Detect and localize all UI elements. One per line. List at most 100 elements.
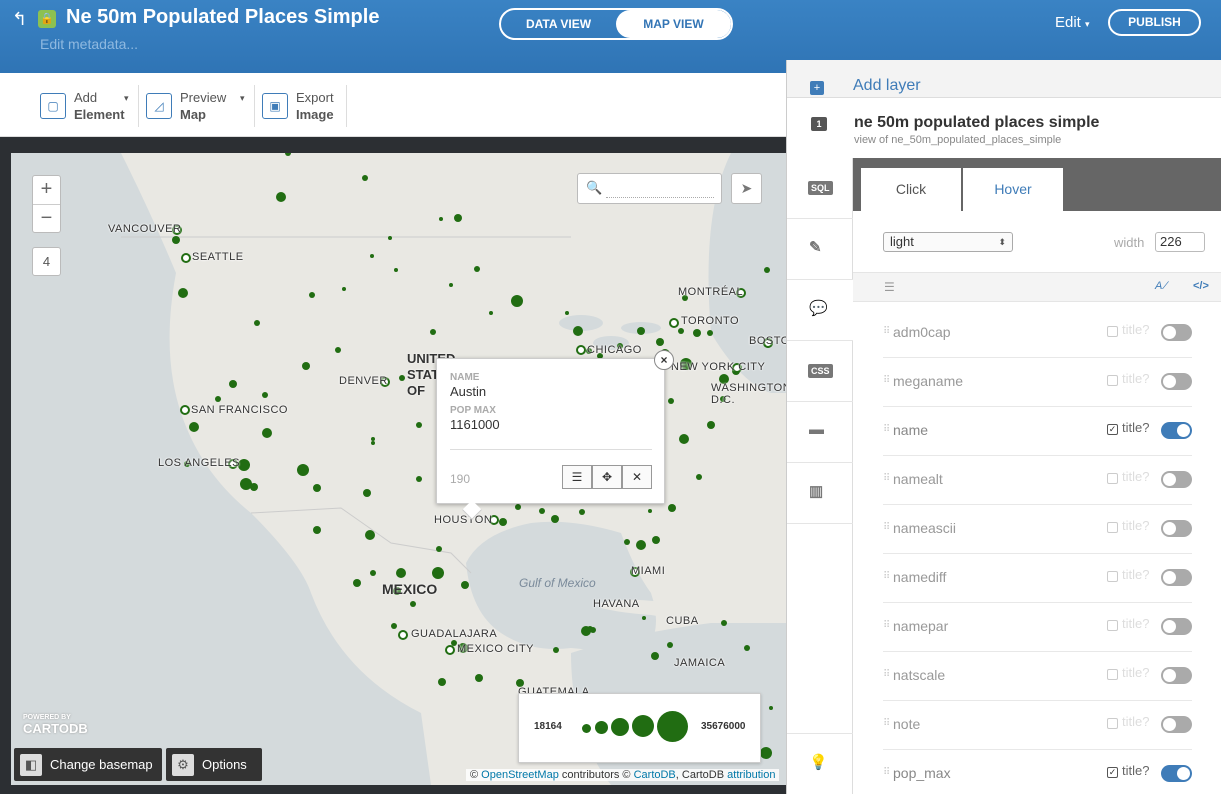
population-point[interactable]: [313, 484, 321, 492]
drag-handle-icon[interactable]: ⠿: [883, 424, 890, 435]
capital-marker[interactable]: [180, 405, 190, 415]
population-point[interactable]: [637, 327, 645, 335]
tab-filters[interactable]: ▥: [787, 463, 853, 524]
map-canvas[interactable]: + − 4 🔍 ➤ VANCOUVER SEATTLE MONTRÉAL TOR…: [11, 153, 786, 785]
population-point[interactable]: [276, 192, 286, 202]
lock-icon[interactable]: 🔒: [38, 10, 56, 28]
population-point[interactable]: [399, 375, 405, 381]
population-point[interactable]: [721, 620, 727, 626]
export-image-button[interactable]: ▣ Export Image: [262, 89, 334, 123]
title-checkbox[interactable]: [1107, 718, 1118, 729]
population-point[interactable]: [178, 288, 188, 298]
population-point[interactable]: [309, 292, 315, 298]
population-point[interactable]: [172, 236, 180, 244]
drag-handle-icon[interactable]: ⠿: [883, 669, 890, 680]
population-point[interactable]: [475, 674, 483, 682]
population-point[interactable]: [707, 421, 715, 429]
tab-click[interactable]: Click: [861, 168, 961, 211]
population-point[interactable]: [678, 328, 684, 334]
title-checkbox[interactable]: [1107, 522, 1118, 533]
field-toggle[interactable]: [1161, 520, 1192, 537]
options-button[interactable]: ⚙ Options: [166, 748, 262, 781]
title-checkbox[interactable]: [1107, 620, 1118, 631]
population-point[interactable]: [579, 509, 585, 515]
field-toggle[interactable]: [1161, 765, 1192, 782]
capital-marker[interactable]: [445, 645, 455, 655]
delete-icon[interactable]: ✕: [622, 465, 652, 489]
preview-caret-icon[interactable]: ▾: [240, 93, 245, 104]
zoom-in-button[interactable]: +: [33, 176, 60, 205]
layer-name[interactable]: ne 50m populated places simple: [854, 114, 1099, 132]
menu-icon[interactable]: ☰: [562, 465, 592, 489]
title-checkbox[interactable]: ✓: [1107, 767, 1118, 778]
population-point[interactable]: [651, 652, 659, 660]
capital-marker[interactable]: [398, 630, 408, 640]
population-point[interactable]: [432, 567, 444, 579]
population-point[interactable]: [489, 311, 493, 315]
population-point[interactable]: [539, 508, 545, 514]
population-point[interactable]: [652, 536, 660, 544]
population-point[interactable]: [262, 428, 272, 438]
zoom-out-button[interactable]: −: [33, 205, 60, 234]
tab-hover[interactable]: Hover: [963, 168, 1063, 211]
population-point[interactable]: [565, 311, 569, 315]
population-point[interactable]: [573, 326, 583, 336]
title-checkbox[interactable]: [1107, 326, 1118, 337]
population-point[interactable]: [342, 287, 346, 291]
population-point[interactable]: [679, 434, 689, 444]
page-title[interactable]: Ne 50m Populated Places Simple: [66, 6, 379, 29]
population-point[interactable]: [642, 616, 646, 620]
move-icon[interactable]: ✥: [592, 465, 622, 489]
population-point[interactable]: [474, 266, 480, 272]
tab-wizard[interactable]: ✎: [787, 219, 853, 280]
population-point[interactable]: [667, 642, 673, 648]
osm-link[interactable]: OpenStreetMap: [481, 769, 559, 781]
population-point[interactable]: [744, 645, 750, 651]
edit-menu[interactable]: Edit ▾: [1055, 14, 1090, 31]
field-toggle[interactable]: [1161, 569, 1192, 586]
map-view-tab[interactable]: MAP VIEW: [616, 10, 731, 38]
back-arrow-icon[interactable]: ↰: [12, 9, 27, 30]
population-point[interactable]: [656, 338, 664, 346]
theme-select[interactable]: light ⬍: [883, 232, 1013, 252]
population-point[interactable]: [461, 581, 469, 589]
population-point[interactable]: [365, 530, 375, 540]
search-input[interactable]: [606, 180, 714, 198]
population-point[interactable]: [254, 320, 260, 326]
title-checkbox[interactable]: [1107, 473, 1118, 484]
tab-legend[interactable]: ▬: [787, 402, 853, 463]
add-element-button[interactable]: ▢ Add Element: [40, 89, 125, 123]
population-point[interactable]: [394, 268, 398, 272]
width-input[interactable]: 226: [1155, 232, 1205, 252]
population-point[interactable]: [302, 362, 310, 370]
population-point[interactable]: [189, 422, 199, 432]
population-point[interactable]: [250, 483, 258, 491]
tab-sql[interactable]: SQL: [787, 158, 853, 219]
title-checkbox[interactable]: [1107, 571, 1118, 582]
field-toggle[interactable]: [1161, 471, 1192, 488]
population-point[interactable]: [693, 329, 701, 337]
population-point[interactable]: [696, 474, 702, 480]
text-mode-toggle[interactable]: A ∕: [1155, 280, 1167, 292]
population-point[interactable]: [454, 214, 462, 222]
population-point[interactable]: [668, 398, 674, 404]
population-point[interactable]: [396, 568, 406, 578]
tab-infowindow[interactable]: 💬: [787, 280, 853, 341]
population-point[interactable]: [707, 330, 713, 336]
population-point[interactable]: [313, 526, 321, 534]
population-point[interactable]: [262, 392, 268, 398]
population-point[interactable]: [764, 267, 770, 273]
population-point[interactable]: [499, 518, 507, 526]
drag-handle-icon[interactable]: ⠿: [883, 326, 890, 337]
population-point[interactable]: [590, 627, 596, 633]
population-point[interactable]: [515, 504, 521, 510]
population-point[interactable]: [416, 422, 422, 428]
data-view-tab[interactable]: DATA VIEW: [501, 10, 616, 38]
population-point[interactable]: [668, 504, 676, 512]
population-point[interactable]: [353, 579, 361, 587]
population-point[interactable]: [430, 329, 436, 335]
population-point[interactable]: [648, 509, 652, 513]
capital-marker[interactable]: [181, 253, 191, 263]
field-toggle[interactable]: [1161, 324, 1192, 341]
population-point[interactable]: [215, 396, 221, 402]
